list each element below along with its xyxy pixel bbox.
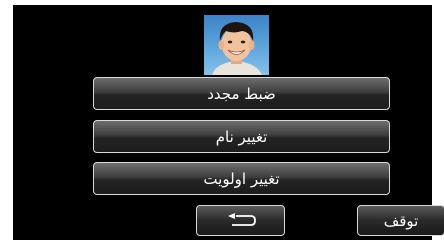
reset-button[interactable]: ضبط مجدد [93,77,390,110]
face-thumbnail [204,15,269,75]
rename-button-label: تغییر نام [215,127,268,146]
back-button[interactable] [196,205,285,236]
reset-button-label: ضبط مجدد [207,84,276,103]
stop-button-label: توقف [383,211,419,230]
change-priority-button[interactable]: تغییر اولویت [93,162,390,195]
return-arrow-icon [227,212,256,226]
stop-button[interactable]: توقف [357,205,444,236]
camera-screen: ضبط مجدد تغییر نام تغییر اولویت توقف [13,5,444,240]
rename-button[interactable]: تغییر نام [93,120,390,153]
change-priority-button-label: تغییر اولویت [203,169,280,188]
child-face-icon [212,22,262,75]
